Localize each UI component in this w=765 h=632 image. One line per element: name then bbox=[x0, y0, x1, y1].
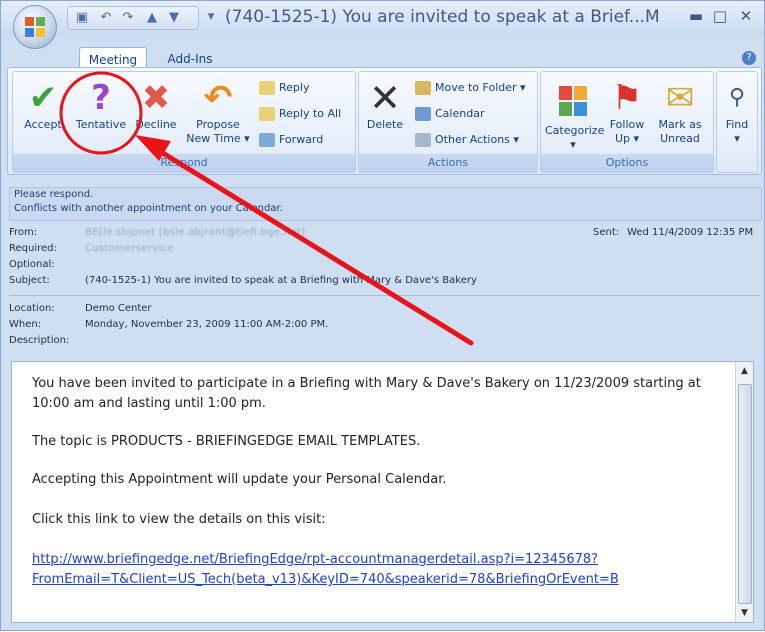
options-group-label: Options bbox=[541, 154, 713, 172]
folder-icon bbox=[415, 81, 431, 95]
annotation-arrow-shaft bbox=[150, 144, 474, 346]
location-label: Location: bbox=[9, 303, 55, 314]
flag-icon: ⚑ bbox=[611, 78, 643, 118]
scrollbar-thumb[interactable] bbox=[738, 384, 752, 604]
ribbon-tabs: Meeting Add-Ins ? bbox=[1, 37, 764, 72]
accept-button[interactable]: ✔ Accept bbox=[21, 78, 65, 132]
info-conflict-text: Conflicts with another appointment on yo… bbox=[14, 203, 283, 214]
find-button[interactable]: ⚲ Find ▾ bbox=[719, 78, 755, 146]
reply-button[interactable]: Reply bbox=[259, 78, 309, 98]
reply-icon bbox=[259, 81, 275, 95]
scroll-up-icon[interactable]: ▲ bbox=[738, 364, 751, 378]
calendar-button[interactable]: Calendar bbox=[415, 104, 484, 124]
description-label: Description: bbox=[9, 335, 70, 346]
reply-all-icon bbox=[259, 107, 275, 121]
window-title: (740-1525-1) You are invited to speak at… bbox=[225, 7, 660, 27]
close-button[interactable]: ✕ bbox=[737, 7, 755, 25]
categorize-icon bbox=[559, 86, 587, 116]
body-topic-text: The topic is PRODUCTS - BRIEFINGEDGE EMA… bbox=[32, 434, 421, 449]
maximize-button[interactable]: □ bbox=[711, 7, 729, 25]
help-icon[interactable]: ? bbox=[742, 51, 756, 65]
propose-arrow-icon: ↶ bbox=[203, 78, 233, 118]
actions-group: ✕ Delete Move to Folder ▾ Calendar Other… bbox=[358, 71, 538, 173]
other-actions-button[interactable]: Other Actions ▾ bbox=[415, 130, 519, 150]
redo-icon[interactable]: ↷ bbox=[120, 10, 136, 26]
details-link-line2[interactable]: FromEmail=T&Client=US_Tech(beta_v13)&Key… bbox=[32, 572, 619, 587]
details-link[interactable]: http://www.briefingedge.net/BriefingEdge… bbox=[32, 550, 732, 590]
body-link-intro: Click this link to view the details on t… bbox=[32, 512, 326, 527]
checkmark-icon: ✔ bbox=[28, 78, 58, 118]
decline-button[interactable]: ✖ Decline bbox=[133, 78, 179, 132]
binoculars-icon: ⚲ bbox=[728, 85, 746, 110]
follow-up-button[interactable]: ⚑ Follow Up ▾ bbox=[603, 78, 651, 146]
envelope-icon: ✉ bbox=[665, 78, 695, 118]
quick-access-toolbar: ▣ ↶ ↷ ▲ ▼ bbox=[67, 6, 199, 30]
next-item-icon[interactable]: ▼ bbox=[166, 10, 182, 26]
ribbon: ✔ Accept ? Tentative ✖ Decline ↶ Propose… bbox=[7, 67, 762, 175]
customize-toolbar-icon[interactable]: ▾ bbox=[203, 9, 219, 25]
options-group: Categorize ▾ ⚑ Follow Up ▾ ✉ Mark as Unr… bbox=[540, 71, 714, 173]
respond-group: ✔ Accept ? Tentative ✖ Decline ↶ Propose… bbox=[12, 71, 356, 173]
info-bar[interactable]: Please respond. Conflicts with another a… bbox=[9, 187, 762, 221]
reply-all-button[interactable]: Reply to All bbox=[259, 104, 341, 124]
scroll-down-icon[interactable]: ▼ bbox=[738, 606, 751, 620]
actions-group-label: Actions bbox=[359, 154, 537, 172]
calendar-icon bbox=[415, 107, 431, 121]
tentative-button[interactable]: ? Tentative bbox=[71, 78, 131, 132]
details-link-line1[interactable]: http://www.briefingedge.net/BriefingEdge… bbox=[32, 552, 598, 567]
forward-button[interactable]: Forward bbox=[259, 130, 323, 150]
when-value: Monday, November 23, 2009 11:00 AM-2:00 … bbox=[85, 319, 329, 330]
location-value: Demo Center bbox=[85, 303, 152, 314]
from-value[interactable]: BE[Ie.sbjpnet [bsle.objrant@tiefl.bge.ne… bbox=[85, 227, 305, 238]
move-to-folder-button[interactable]: Move to Folder ▾ bbox=[415, 78, 526, 98]
info-respond-text: Please respond. bbox=[14, 189, 94, 200]
undo-icon[interactable]: ↶ bbox=[98, 10, 114, 26]
subject-label: Subject: bbox=[9, 275, 50, 286]
respond-group-label: Respond bbox=[13, 154, 355, 172]
vertical-scrollbar[interactable]: ▲ ▼ bbox=[735, 362, 753, 622]
question-mark-icon: ? bbox=[91, 78, 111, 118]
outlook-meeting-window: ▣ ↶ ↷ ▲ ▼ ▾ (740-1525-1) You are invited… bbox=[0, 0, 765, 631]
header-divider bbox=[9, 295, 760, 296]
tab-add-ins[interactable]: Add-Ins bbox=[161, 49, 219, 69]
office-logo-icon bbox=[25, 17, 45, 37]
delete-button[interactable]: ✕ Delete bbox=[363, 78, 407, 132]
required-value[interactable]: Customerservice bbox=[85, 243, 174, 254]
sent-value: Wed 11/4/2009 12:35 PM bbox=[627, 227, 754, 238]
body-accept-note: Accepting this Appointment will update y… bbox=[32, 472, 447, 487]
message-body[interactable]: You have been invited to participate in … bbox=[11, 361, 754, 623]
categorize-button[interactable]: Categorize ▾ bbox=[545, 78, 604, 152]
subject-value: (740-1525-1) You are invited to speak at… bbox=[85, 275, 477, 286]
delete-x-icon: ✕ bbox=[369, 76, 401, 120]
optional-label: Optional: bbox=[9, 259, 55, 270]
when-label: When: bbox=[9, 319, 42, 330]
title-bar: ▣ ↶ ↷ ▲ ▼ ▾ (740-1525-1) You are invited… bbox=[1, 1, 764, 49]
sent-label: Sent: bbox=[593, 227, 620, 238]
from-label: From: bbox=[9, 227, 38, 238]
find-group: ⚲ Find ▾ bbox=[716, 71, 758, 173]
previous-item-icon[interactable]: ▲ bbox=[144, 10, 160, 26]
required-label: Required: bbox=[9, 243, 57, 254]
forward-icon bbox=[259, 133, 275, 147]
save-icon[interactable]: ▣ bbox=[74, 10, 90, 26]
propose-new-time-button[interactable]: ↶ Propose New Time ▾ bbox=[185, 78, 251, 146]
other-actions-icon bbox=[415, 133, 431, 147]
body-invitation-text: You have been invited to participate in … bbox=[32, 376, 701, 411]
minimize-button[interactable]: ▬ bbox=[687, 7, 705, 25]
mark-as-unread-button[interactable]: ✉ Mark as Unread bbox=[653, 78, 707, 146]
x-mark-icon: ✖ bbox=[141, 78, 171, 118]
